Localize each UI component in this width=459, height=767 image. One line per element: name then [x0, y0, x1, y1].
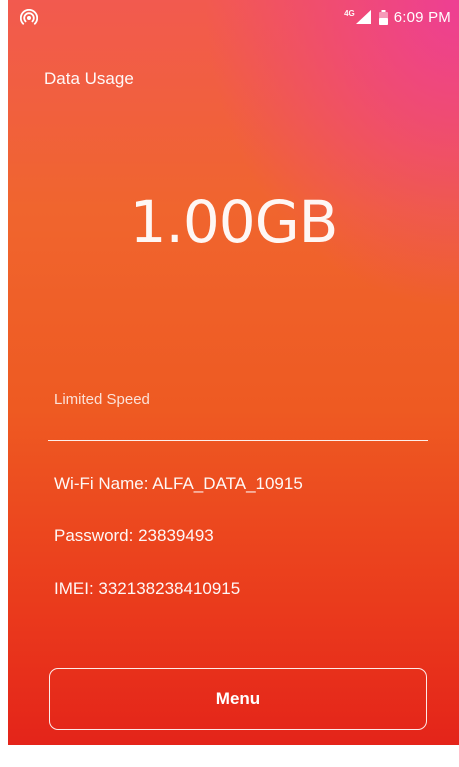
divider: [48, 440, 428, 441]
battery-icon: [378, 9, 388, 25]
status-indicators: 4G 6:09 PM: [344, 8, 451, 26]
network-type-label: 4G: [344, 8, 355, 18]
menu-button-label: Menu: [215, 689, 261, 708]
menu-button[interactable]: Menu: [49, 668, 427, 730]
data-usage-screen: 4G 6:09 PM Data Usage 1.00GB Limited Spe…: [8, 0, 459, 745]
speed-status: Limited Speed: [54, 391, 150, 408]
imei: IMEI: 332138238410915: [54, 579, 241, 598]
wifi-password: Password: 23839493: [54, 526, 214, 545]
hotspot-icon: [20, 9, 38, 25]
signal-icon: [355, 10, 371, 24]
clock: 6:09 PM: [393, 8, 451, 26]
status-bar: 4G 6:09 PM: [8, 0, 459, 32]
wifi-name: Wi-Fi Name: ALFA_DATA_10915: [54, 474, 303, 493]
data-usage-value: 1.00GB: [129, 188, 339, 256]
page-title: Data Usage: [44, 69, 134, 88]
